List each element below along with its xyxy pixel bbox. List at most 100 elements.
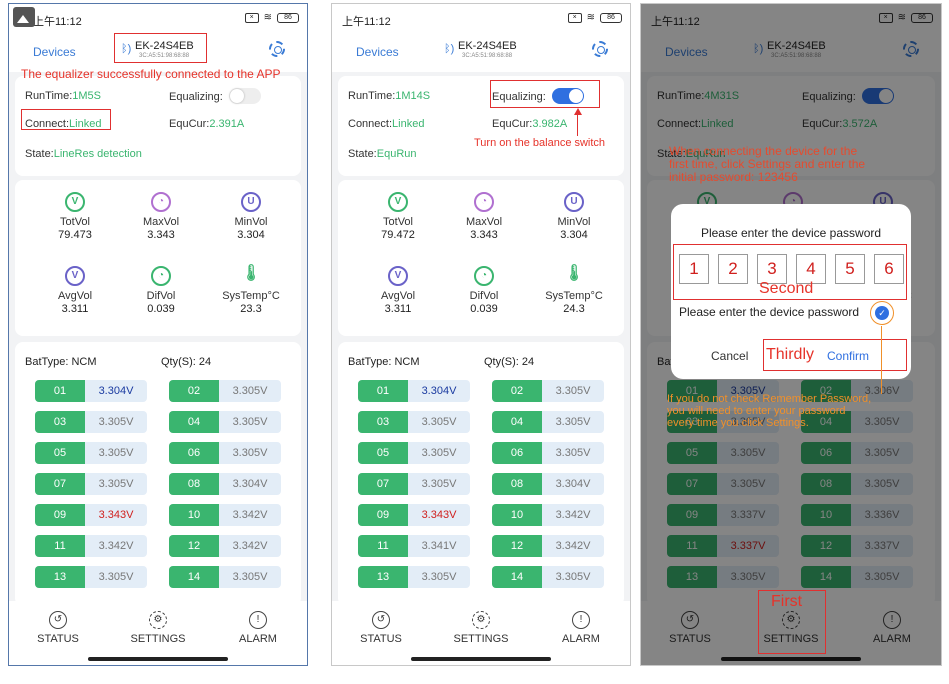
totvol-value: 79.472 [381,229,415,241]
cell-number: 13 [358,566,408,588]
state-label: State: [25,148,54,160]
maxvol-label: MaxVol [142,216,180,228]
stat-totvol: V TotVol 79.472 [358,192,438,241]
equalizing-toggle[interactable] [228,88,261,104]
clock-icon: ↺ [372,611,390,629]
qty-value: 24 [521,356,535,368]
home-indicator [411,657,551,661]
cell-item: 04 3.305V [492,411,604,433]
gear-icon: ⚙ [472,611,490,629]
cell-item: 05 3.305V [358,442,470,464]
stat-maxvol: ◔ MaxVol 3.343 [121,192,201,241]
stat-avgvol: V AvgVol 3.311 [35,266,115,315]
systemp-value: 23.3 [240,303,262,315]
devices-link[interactable]: Devices [356,45,399,59]
annotation-line: every time you click Settings. [667,417,809,429]
stats-card: V TotVol 79.473 ◔ MaxVol 3.343 U MinVol … [15,180,301,336]
avgvol-value: 3.311 [384,303,412,315]
totvol-icon: V [65,192,85,212]
battype: BatType: NCM [348,356,420,368]
cell-item: 09 3.343V [358,504,470,526]
equalizing-highlight-box [490,80,600,108]
state-value: LineRes detection [53,148,142,160]
maxvol-value: 3.343 [470,229,498,241]
equcur-row: EquCur:2.391A [169,118,244,130]
status-bar: 上午11:12 × ≋ 86 [332,4,630,32]
cell-voltage: 3.305V [232,385,268,397]
app-header: Devices ᛒ) EK-24S4EB 3C:A5:51:98:68:88 [332,32,630,72]
equcur-value: 3.982A [532,118,568,130]
tab-settings[interactable]: ⚙ SETTINGS [123,611,193,645]
cell-item: 12 3.342V [492,535,604,557]
cell-number: 09 [358,504,408,526]
cell-number: 11 [358,535,408,557]
phone-screen-1: 上午11:12 × ≋ 86 Devices ᛒ) EK-24S4EB 3C:A… [8,3,308,666]
totvol-icon: V [388,192,408,212]
cell-number: 04 [169,411,219,433]
cell-item: 12 3.342V [169,535,281,557]
cell-number: 03 [358,411,408,433]
tab-alarm-label: ALARM [239,633,277,645]
tab-alarm[interactable]: ! ALARM [546,611,616,645]
connect-value: Linked [392,118,425,130]
difvol-label: DifVol [469,290,499,302]
tab-settings[interactable]: ⚙ SETTINGS [446,611,516,645]
cell-item: 14 3.305V [492,566,604,588]
clock-icon: ↺ [49,611,67,629]
tab-settings-label: SETTINGS [453,633,509,645]
settings-gear-icon[interactable] [269,41,285,57]
minvol-value: 3.304 [237,229,265,241]
tab-bar: ↺ STATUS ⚙ SETTINGS ! ALARM [9,601,307,665]
status-time: 上午11:12 [33,16,82,28]
tab-alarm[interactable]: ! ALARM [223,611,293,645]
cell-item: 10 3.342V [169,504,281,526]
minvol-label: MinVol [557,216,591,228]
cell-item: 11 3.341V [358,535,470,557]
cell-voltage: 3.305V [98,478,134,490]
cell-item: 02 3.305V [169,380,281,402]
cell-number: 08 [169,473,219,495]
equalizing-row: Equalizing: [169,88,261,104]
cell-item: 09 3.343V [35,504,147,526]
cell-item: 02 3.305V [492,380,604,402]
cell-voltage: 3.305V [232,571,268,583]
cancel-button[interactable]: Cancel [711,349,748,363]
minvol-icon: U [241,192,261,212]
cell-item: 14 3.305V [169,566,281,588]
cell-item: 10 3.342V [492,504,604,526]
cell-voltage: 3.342V [98,540,134,552]
cell-voltage: 3.305V [421,447,457,459]
status-time: 上午11:12 [342,16,391,28]
cell-number: 05 [358,442,408,464]
gear-icon: ⚙ [149,611,167,629]
difvol-icon: ◔ [474,266,494,286]
remember-label: Please enter the device password [679,305,860,319]
cell-voltage: 3.305V [555,571,591,583]
cell-item: 07 3.305V [358,473,470,495]
settings-gear-icon[interactable] [592,41,608,57]
device-mac: 3C:A5:51:98:68:88 [462,53,513,59]
cell-voltage: 3.343V [421,509,457,521]
tab-status[interactable]: ↺ STATUS [346,611,416,645]
battype: BatType: NCM [25,356,97,368]
minvol-value: 3.304 [560,229,588,241]
stat-systemp: 🌡 SysTemp°C 23.3 [211,266,291,316]
devices-link[interactable]: Devices [33,45,76,59]
battery-icon: 86 [277,12,299,23]
stat-avgvol: V AvgVol 3.311 [358,266,438,315]
arrow-line [577,114,578,136]
annotation-turn-on: Turn on the balance switch [474,137,606,149]
maxvol-value: 3.343 [147,229,175,241]
avgvol-value: 3.311 [61,303,89,315]
tab-status[interactable]: ↺ STATUS [23,611,93,645]
totvol-label: TotVol [383,216,413,228]
battype-label: BatType: [25,356,69,368]
difvol-value: 0.039 [147,303,175,315]
annotation-no-check: If you do not check Remember Password, y… [667,393,871,429]
equcur-label: EquCur: [492,118,533,130]
cell-number: 05 [35,442,85,464]
cell-item: 07 3.305V [35,473,147,495]
cell-voltage: 3.343V [98,509,134,521]
runtime-label: RunTime: [25,90,73,102]
cell-number: 12 [169,535,219,557]
